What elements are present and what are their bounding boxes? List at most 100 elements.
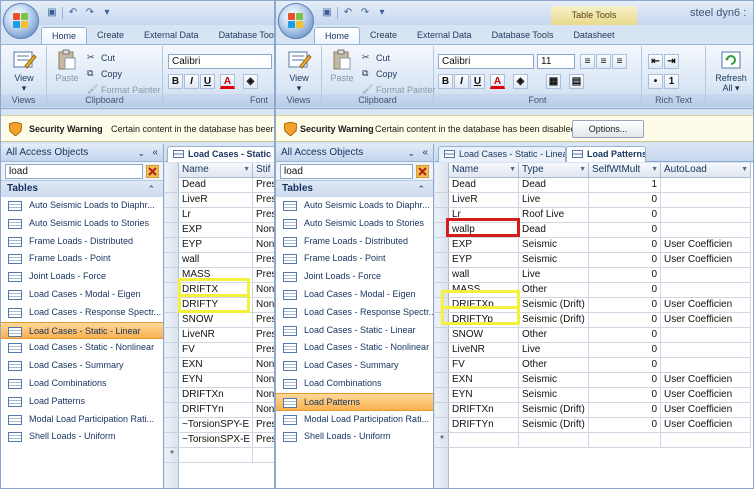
table-cell-stif[interactable]: Pres [253,253,274,268]
underline-button[interactable]: U [470,74,485,89]
sidebar-item-frame-loads-point[interactable]: Frame Loads - Point [276,250,433,268]
table-row[interactable]: wallp Dead 0 [435,223,753,238]
record-selector[interactable] [435,268,449,283]
table-cell-stif[interactable]: Pres [253,418,274,433]
sidebar-item-shell-loads-uniform[interactable]: Shell Loads - Uniform [276,428,433,446]
table-row[interactable]: LrPres [165,208,274,223]
table-cell-selfwtmult[interactable]: 0 [589,343,661,358]
new-record-row[interactable]: * [435,433,753,448]
new-record-cell[interactable] [589,433,661,448]
tab-home[interactable]: Home [41,27,88,44]
chevron-down-icon[interactable]: ⌄ [407,144,415,162]
tab-database-tools[interactable]: Database Tools [482,27,564,44]
redo-icon[interactable]: ↷ [83,6,97,19]
nav-pane-header[interactable]: All Access Objects ⌄ « [1,144,163,162]
table-row[interactable]: DRIFTYnNonl [165,403,274,418]
column-dropdown-icon[interactable]: ▼ [579,163,586,177]
table-cell-autoload[interactable] [661,178,751,193]
table-cell-type[interactable]: Seismic [519,373,589,388]
table-cell-selfwtmult[interactable]: 0 [589,268,661,283]
options-button[interactable]: Options... [572,120,644,138]
cut-button[interactable]: ✂ Cut [87,52,115,63]
table-cell-selfwtmult[interactable]: 0 [589,403,661,418]
table-cell-type[interactable]: Other [519,328,589,343]
table-cell-name[interactable]: LiveNR [179,328,253,343]
table-cell-stif[interactable]: Pres [253,433,274,448]
table-cell-stif[interactable]: Pres [253,328,274,343]
table-cell-autoload[interactable]: User Coefficien [661,373,751,388]
table-cell-type[interactable]: Live [519,193,589,208]
font-color-button[interactable]: A [220,74,235,89]
doc-tab-load-cases-static-linear[interactable]: Load Cases - Static - Li [167,146,274,162]
table-cell-name[interactable]: EXN [449,373,519,388]
table-cell-selfwtmult[interactable]: 0 [589,298,661,313]
table-cell-name[interactable]: FV [179,343,253,358]
record-selector[interactable] [165,253,179,268]
tab-create[interactable]: Create [360,27,407,44]
underline-button[interactable]: U [200,74,215,89]
table-cell-type[interactable]: Roof Live [519,208,589,223]
sidebar-item-modal-load-participation-rati[interactable]: Modal Load Participation Rati... [1,411,163,429]
table-row[interactable]: EYNNonl [165,373,274,388]
column-header-autoload[interactable]: AutoLoad ▼ [661,163,751,178]
table-cell-name[interactable]: SNOW [449,328,519,343]
tab-create[interactable]: Create [87,27,134,44]
table-cell-stif[interactable]: Pres [253,178,274,193]
table-row[interactable]: EXP Seismic 0 User Coefficien [435,238,753,253]
table-cell-name[interactable]: Dead [179,178,253,193]
table-cell-autoload[interactable] [661,193,751,208]
italic-button[interactable]: I [454,74,469,89]
table-cell-type[interactable]: Seismic (Drift) [519,418,589,433]
font-name-select[interactable]: Calibri [168,54,272,69]
table-row[interactable]: LiveNRPres [165,328,274,343]
record-selector[interactable] [165,433,179,448]
table-cell-name[interactable]: EXN [179,358,253,373]
record-selector[interactable] [165,193,179,208]
undo-icon[interactable]: ↶ [66,6,80,19]
table-row[interactable]: DRIFTXn Seismic (Drift) 0 User Coefficien [435,403,753,418]
record-selector[interactable] [435,313,449,328]
table-cell-autoload[interactable] [661,328,751,343]
column-dropdown-icon[interactable]: ▼ [651,163,658,177]
table-row[interactable]: DeadPres [165,178,274,193]
table-cell-name[interactable]: Lr [179,208,253,223]
table-row[interactable]: EXN Seismic 0 User Coefficien [435,373,753,388]
bold-button[interactable]: B [168,74,183,89]
record-selector[interactable] [165,178,179,193]
sidebar-item-shell-loads-uniform[interactable]: Shell Loads - Uniform [1,428,163,446]
fill-color-icon[interactable]: ◈ [243,74,258,89]
customize-icon[interactable]: ▾ [375,6,389,19]
record-selector[interactable] [435,358,449,373]
save-icon[interactable]: ▣ [320,6,334,19]
table-cell-stif[interactable]: Pres [253,343,274,358]
table-row[interactable]: MASS Other 0 [435,283,753,298]
table-cell-autoload[interactable] [661,223,751,238]
customize-icon[interactable]: ▾ [100,6,114,19]
save-icon[interactable]: ▣ [45,6,59,19]
table-cell-type[interactable]: Seismic [519,388,589,403]
chevron-up-icon[interactable]: ⌃ [417,181,425,197]
view-button[interactable]: View ▾ [6,49,42,94]
chevron-up-icon[interactable]: ⌃ [147,181,155,197]
column-header-selfwtmult[interactable]: SelfWtMult ▼ [589,163,661,178]
table-cell-name[interactable]: DRIFTXn [179,388,253,403]
sidebar-item-load-cases-static-linear[interactable]: Load Cases - Static - Linear [1,321,163,340]
column-dropdown-icon[interactable]: ▼ [273,163,274,177]
tab-datasheet[interactable]: Datasheet [563,27,624,44]
tab-external-data[interactable]: External Data [407,27,482,44]
refresh-all-button[interactable]: Refresh All ▾ [711,49,751,94]
record-selector[interactable] [435,193,449,208]
table-row[interactable]: EYPNonl [165,238,274,253]
sidebar-item-load-patterns[interactable]: Load Patterns [276,392,433,411]
bullets-icon[interactable]: • [648,74,663,89]
table-cell-stif[interactable]: Nonl [253,298,274,313]
table-cell-stif[interactable]: Nonl [253,403,274,418]
table-cell-type[interactable]: Seismic (Drift) [519,298,589,313]
alternate-fill-icon[interactable]: ▤ [569,74,584,89]
sidebar-item-load-cases-static-linear[interactable]: Load Cases - Static - Linear [276,322,433,340]
sidebar-item-modal-load-participation-rati[interactable]: Modal Load Participation Rati... [276,411,433,429]
redo-icon[interactable]: ↷ [358,6,372,19]
record-selector[interactable] [165,298,179,313]
table-cell-name[interactable]: FV [449,358,519,373]
align-center-icon[interactable]: ≡ [596,54,611,69]
